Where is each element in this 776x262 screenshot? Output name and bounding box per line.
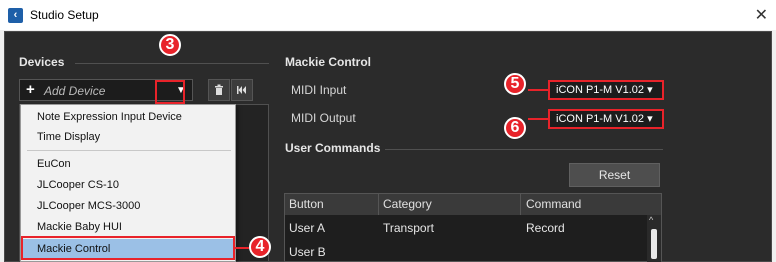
table-cell[interactable]: User A xyxy=(289,221,325,235)
menu-item-note-expression[interactable]: Note Expression Input Device xyxy=(22,107,234,127)
user-commands-heading: User Commands xyxy=(285,141,381,155)
table-cell[interactable]: Transport xyxy=(383,221,434,235)
skip-back-icon xyxy=(237,86,246,94)
table-header: Button Category Command xyxy=(285,194,661,215)
scrollbar-thumb[interactable] xyxy=(651,229,657,259)
devices-divider xyxy=(75,63,269,64)
user-commands-divider xyxy=(385,149,663,150)
table-cell[interactable]: User B xyxy=(289,245,326,259)
callout-connector xyxy=(528,89,548,91)
trash-icon xyxy=(215,84,223,95)
column-header-command[interactable]: Command xyxy=(526,197,581,211)
mackie-control-heading: Mackie Control xyxy=(285,55,372,69)
menu-item-mackie-baby-hui[interactable]: Mackie Baby HUI xyxy=(22,217,234,237)
midi-output-select[interactable]: iCON P1-M V1.02 ▾ xyxy=(548,109,664,129)
menu-item-jlcooper-cs10[interactable]: JLCooper CS-10 xyxy=(22,175,234,195)
menu-item-time-display[interactable]: Time Display xyxy=(22,127,234,147)
reset-button[interactable]: Reset xyxy=(569,163,660,187)
plus-icon: + xyxy=(26,81,35,98)
midi-input-select[interactable]: iCON P1-M V1.02 ▾ xyxy=(548,80,664,100)
callout-connector xyxy=(528,118,548,120)
callout-connector xyxy=(235,247,249,249)
app-logo-icon: ‹ xyxy=(8,8,23,23)
table-scrollbar[interactable]: ^ xyxy=(647,215,661,262)
scroll-up-icon[interactable]: ^ xyxy=(649,215,653,225)
highlight-box-mackie-control xyxy=(21,236,235,260)
column-header-button[interactable]: Button xyxy=(289,197,324,211)
callout-6: 6 xyxy=(504,117,526,139)
window-title-bar: ‹ Studio Setup ✕ xyxy=(0,0,776,30)
delete-device-button[interactable] xyxy=(208,79,230,101)
midi-input-label: MIDI Input xyxy=(291,83,347,97)
devices-heading: Devices xyxy=(19,55,65,69)
reset-device-button[interactable] xyxy=(231,79,253,101)
window-title: Studio Setup xyxy=(30,8,99,22)
callout-5: 5 xyxy=(504,73,526,95)
column-header-category[interactable]: Category xyxy=(383,197,432,211)
column-divider xyxy=(520,194,521,215)
midi-output-label: MIDI Output xyxy=(291,111,356,125)
highlight-box-dropdown xyxy=(155,80,185,104)
column-divider xyxy=(378,194,379,215)
close-icon[interactable]: ✕ xyxy=(755,5,768,25)
callout-4: 4 xyxy=(249,236,271,258)
menu-separator xyxy=(27,150,231,151)
callout-3: 3 xyxy=(159,34,181,56)
user-commands-table: Button Category Command User A Transport… xyxy=(284,193,662,262)
table-cell[interactable]: Record xyxy=(526,221,565,235)
add-device-label: Add Device xyxy=(44,84,106,98)
menu-item-eucon[interactable]: EuCon xyxy=(22,154,234,174)
menu-item-jlcooper-mcs3000[interactable]: JLCooper MCS-3000 xyxy=(22,196,234,216)
